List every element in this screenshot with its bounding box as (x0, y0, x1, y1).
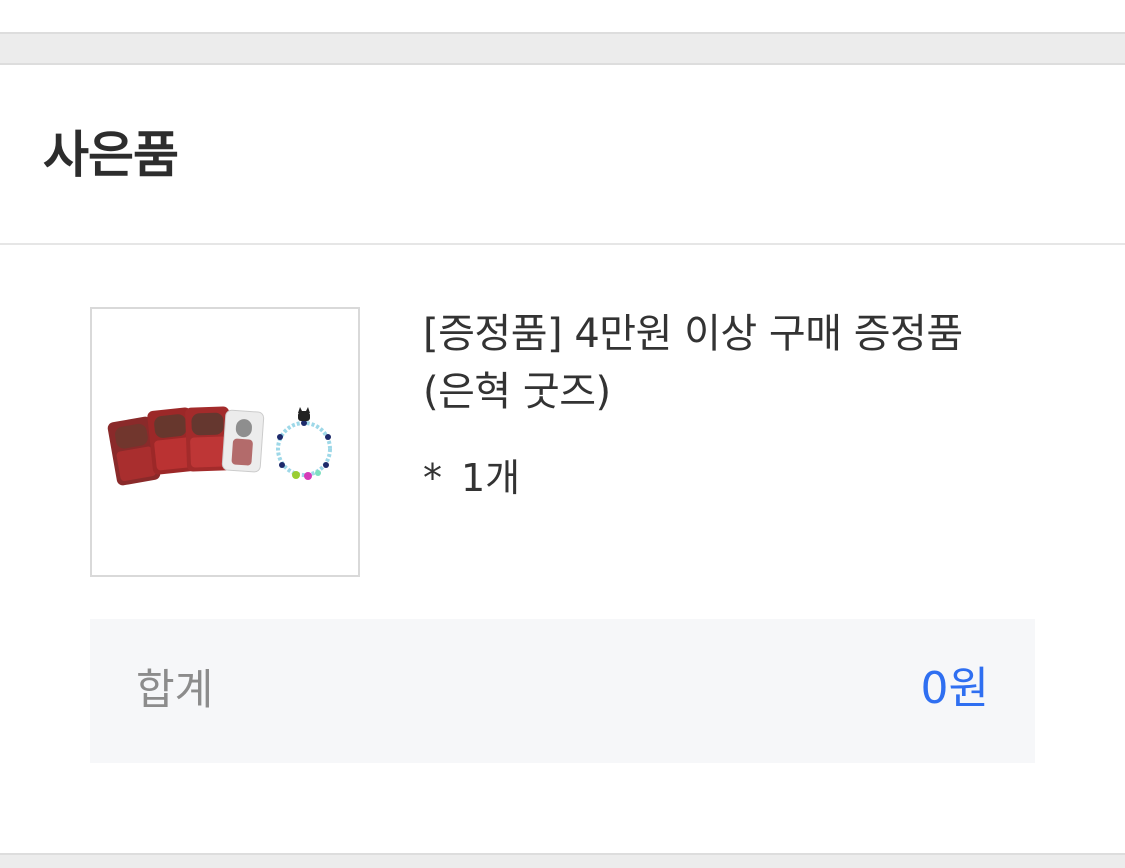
quantity-value: 1개 (461, 456, 521, 500)
gift-item-name[interactable]: [증정품] 4만원 이상 구매 증정품 (은혁 굿즈) (423, 305, 1013, 421)
gift-item-quantity: * 1개 (423, 453, 520, 503)
gift-section: 사은품 [증정품] 4만원 이상 구매 증정품 (은혁 굿즈) * 1개 합계 … (0, 65, 1125, 853)
total-label: 합계 (136, 665, 214, 714)
bottom-divider (0, 853, 1125, 868)
photocard-4 (221, 409, 265, 473)
section-title: 사은품 (43, 126, 179, 184)
bead-bracelet (276, 407, 332, 480)
section-divider (0, 32, 1125, 65)
total-value: 0원 (920, 663, 989, 714)
top-area (0, 0, 1125, 32)
total-summary: 합계 0원 (90, 619, 1035, 763)
order-gift-page: 사은품 [증정품] 4만원 이상 구매 증정품 (은혁 굿즈) * 1개 합계 … (0, 0, 1125, 868)
section-header: 사은품 (0, 65, 1125, 245)
gift-thumbnail[interactable] (90, 307, 360, 577)
gift-goods-image (107, 406, 332, 486)
quantity-marker: * (423, 456, 442, 500)
